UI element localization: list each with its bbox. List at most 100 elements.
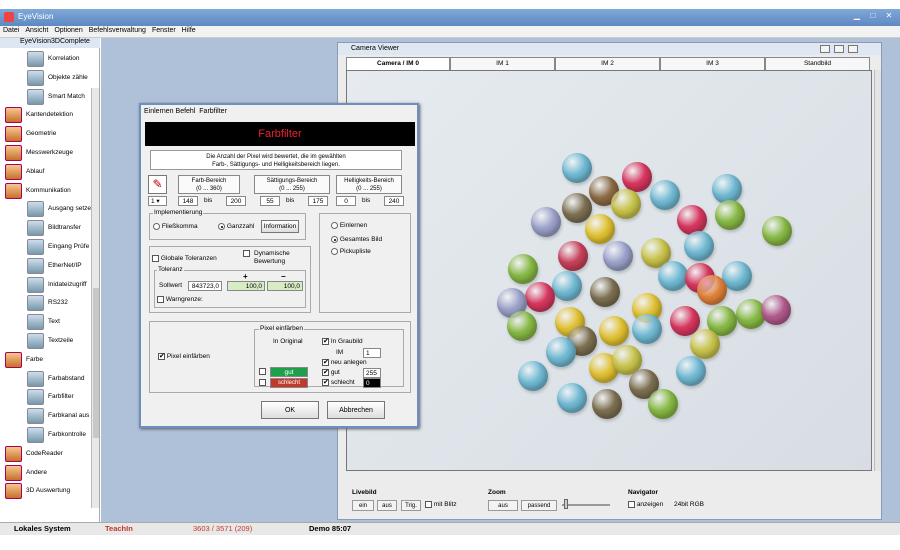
- camera-image[interactable]: [346, 70, 872, 471]
- gray-schlecht-field[interactable]: 0: [363, 378, 381, 388]
- ini-icon: [27, 276, 44, 293]
- color-icon: [27, 408, 44, 425]
- new-image-checkbox[interactable]: ✔ neu anlegen: [322, 359, 367, 366]
- camera-controls: Livebild ein aus Trig. mit Blitz Zoom au…: [346, 487, 872, 519]
- original-schlecht-checkbox[interactable]: [259, 379, 266, 386]
- tool-item-label: Farbkanal aus: [48, 412, 90, 420]
- menu-befehlsverwaltung[interactable]: Befehlsverwaltung: [86, 26, 149, 35]
- bri-min-field[interactable]: 0: [336, 196, 356, 206]
- schlecht-color-swatch[interactable]: schlecht: [270, 378, 308, 388]
- candy-object: [650, 180, 680, 210]
- camera-close-icon[interactable]: [848, 45, 858, 53]
- scrollbar-thumb[interactable]: [93, 288, 99, 438]
- output-icon: [27, 201, 44, 218]
- tool-item-label: Kantendetektion: [26, 111, 73, 119]
- brightness-range-button[interactable]: Helligkeits-Bereich (0 ... 255): [336, 175, 402, 194]
- tool-item-label: Farbfilter: [48, 393, 74, 401]
- tool-item-label: Farbkontrolle: [48, 431, 86, 438]
- candy-object: [658, 261, 688, 291]
- dialog-menu-farbfilter[interactable]: Farbfilter: [199, 108, 227, 115]
- camera-scrollbar[interactable]: [874, 70, 881, 471]
- zoom-slider-handle[interactable]: [564, 499, 568, 509]
- maximize-icon[interactable]: □: [866, 10, 880, 22]
- candy-object: [592, 389, 622, 419]
- sat-bis: bis: [286, 197, 295, 204]
- sat-min-field[interactable]: 55: [260, 196, 280, 206]
- zoom-slider[interactable]: [562, 504, 610, 506]
- sollwert-label: Sollwert: [159, 282, 183, 289]
- menu-hilfe[interactable]: Hilfe: [179, 26, 199, 35]
- zoom-off-button[interactable]: aus: [488, 500, 518, 511]
- hue-range-button[interactable]: Farb-Bereich (0 ... 360): [178, 175, 240, 194]
- minimize-icon[interactable]: ▁: [850, 10, 864, 22]
- radio-einlernen[interactable]: Einlernen: [331, 222, 367, 229]
- color-icon: [27, 427, 44, 443]
- global-tolerance-checkbox[interactable]: Globale Toleranzen: [152, 255, 217, 262]
- navigator-show-checkbox[interactable]: anzeigen: [628, 501, 663, 508]
- status-system: Lokales System: [14, 524, 71, 533]
- menu-datei[interactable]: Datei: [0, 26, 22, 35]
- flash-checkbox[interactable]: mit Blitz: [425, 501, 457, 508]
- im-field[interactable]: 1: [363, 348, 381, 358]
- camera-minimize-icon[interactable]: [820, 45, 830, 53]
- dialog-menu-einlernen[interactable]: Einlernen: [144, 108, 174, 115]
- candy-object: [611, 189, 641, 219]
- tab-im2[interactable]: IM 2: [555, 57, 660, 70]
- zoom-fit-button[interactable]: passend: [521, 500, 557, 511]
- close-icon[interactable]: ✕: [882, 10, 896, 22]
- hue-min-field[interactable]: 148: [178, 196, 198, 206]
- zoom-label: Zoom: [488, 489, 506, 496]
- menu-ansicht[interactable]: Ansicht: [22, 26, 51, 35]
- implementation-label: Implementierung: [153, 209, 204, 216]
- candy-object: [648, 389, 678, 419]
- menu-optionen[interactable]: Optionen: [51, 26, 85, 35]
- pixel-color-group-label: Pixel einfärben: [259, 325, 304, 332]
- tab-im3[interactable]: IM 3: [660, 57, 765, 70]
- color-picker-icon[interactable]: ✎: [148, 175, 167, 194]
- tool-scrollbar[interactable]: [91, 88, 99, 508]
- gray-gut-checkbox[interactable]: ✔ gut: [322, 369, 340, 376]
- pixel-color-checkbox[interactable]: ✔ Pixel einfärben: [158, 353, 210, 360]
- in-graubild-checkbox[interactable]: ✔ In Graubild: [322, 338, 363, 345]
- radio-gesamtes-bild[interactable]: Gesamtes Bild: [331, 236, 382, 243]
- tab-standbild[interactable]: Standbild: [765, 57, 870, 70]
- minus-tolerance-field[interactable]: 100,0: [267, 281, 303, 291]
- gut-color-swatch[interactable]: gut: [270, 367, 308, 377]
- radio-integer[interactable]: Ganzzahl: [218, 223, 254, 230]
- gray-gut-field[interactable]: 255: [363, 368, 381, 378]
- hue-max-field[interactable]: 200: [226, 196, 246, 206]
- information-button[interactable]: Information: [261, 220, 299, 233]
- sollwert-field[interactable]: 843723,0: [188, 281, 222, 291]
- livebild-on-button[interactable]: ein: [352, 500, 374, 511]
- menu-fenster[interactable]: Fenster: [149, 26, 179, 35]
- cancel-button[interactable]: Abbrechen: [327, 401, 385, 419]
- tab-camera-im0[interactable]: Camera / IM 0: [346, 57, 450, 70]
- sat-max-field[interactable]: 175: [308, 196, 328, 206]
- toolbox-icon: [5, 483, 22, 500]
- status-counts: 3603 / 3571 (209): [193, 524, 253, 533]
- status-bar: Lokales System TeachIn 3603 / 3571 (209)…: [0, 522, 900, 535]
- dynamic-rating-checkbox[interactable]: [243, 250, 250, 257]
- radio-pickupliste[interactable]: Pickupliste: [331, 248, 371, 255]
- plus-tolerance-field[interactable]: 100,0: [227, 281, 265, 291]
- rs232-icon: [27, 295, 44, 312]
- candy-object: [762, 216, 792, 246]
- saturation-range-button[interactable]: Sättigungs-Bereich (0 ... 255): [254, 175, 330, 194]
- tab-im1[interactable]: IM 1: [450, 57, 555, 70]
- picker-select[interactable]: 1 ▾: [148, 196, 167, 206]
- candy-object: [697, 275, 727, 305]
- livebild-trig-button[interactable]: Trig.: [401, 500, 421, 511]
- candy-object: [562, 153, 592, 183]
- tool-panel: EyeVision3DComplete Korrelation Objekte z…: [0, 38, 100, 522]
- gray-schlecht-checkbox[interactable]: ✔ schlecht: [322, 379, 355, 386]
- warngrenze-checkbox[interactable]: Warngrenze:: [157, 296, 203, 303]
- original-gut-checkbox[interactable]: [259, 368, 266, 375]
- candy-object: [525, 282, 555, 312]
- livebild-off-button[interactable]: aus: [377, 500, 397, 511]
- ok-button[interactable]: OK: [261, 401, 319, 419]
- radio-float[interactable]: Fließkomma: [153, 223, 198, 230]
- dialog-menu-befehl[interactable]: Befehl: [176, 108, 196, 115]
- camera-restore-icon[interactable]: [834, 45, 844, 53]
- bri-max-field[interactable]: 240: [384, 196, 404, 206]
- camera-viewer-title: Camera Viewer: [338, 43, 881, 55]
